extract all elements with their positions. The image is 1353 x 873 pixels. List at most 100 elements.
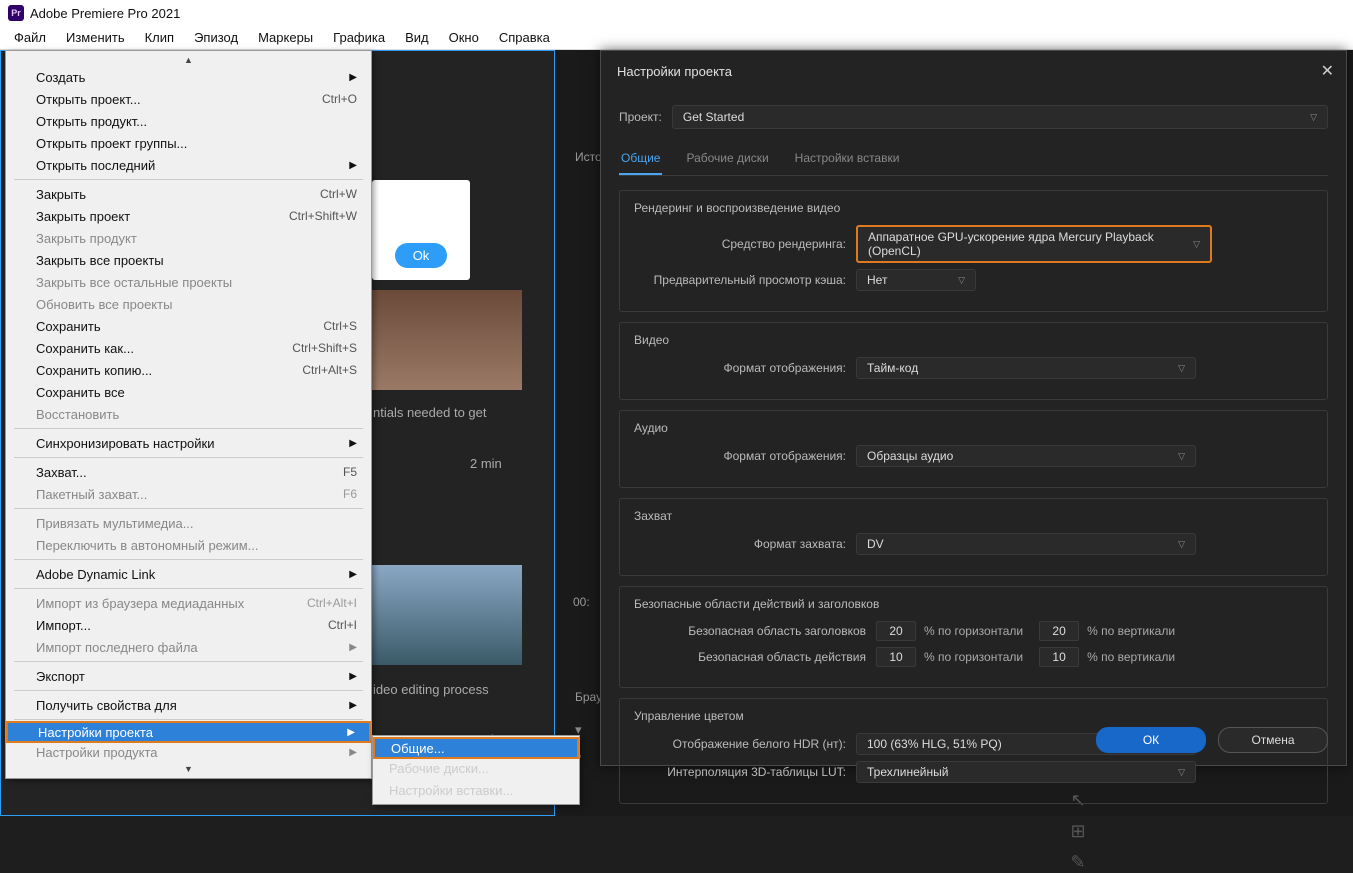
dialog-cancel-button[interactable]: Отмена <box>1218 727 1328 753</box>
group-render: Рендеринг и воспроизведение видео Средст… <box>619 190 1328 312</box>
tutorial-1-text: ntials needed to get <box>373 405 486 420</box>
file-menu-item: Привязать мультимедиа... <box>6 512 371 534</box>
menu-help[interactable]: Справка <box>489 27 560 48</box>
timecode-text: 00: <box>573 595 590 609</box>
browser-panel-label: Брау <box>575 690 602 704</box>
file-menu-item: Пакетный захват...F6 <box>6 483 371 505</box>
menu-bar[interactable]: Файл Изменить Клип Эпизод Маркеры График… <box>0 26 1353 50</box>
group-capture-title: Захват <box>634 509 1313 523</box>
safe-title-h-input[interactable] <box>876 621 916 641</box>
project-settings-dialog: Настройки проекта ✕ Проект: Get Started … <box>600 50 1347 766</box>
settings-tabs: Общие Рабочие диски Настройки вставки <box>619 145 1328 176</box>
menu-file[interactable]: Файл <box>4 27 56 48</box>
ok-button[interactable]: Ok <box>395 243 448 268</box>
dialog-title: Настройки проекта <box>617 64 732 79</box>
safe-action-h-input[interactable] <box>876 647 916 667</box>
menu-scroll-down-icon[interactable]: ▼ <box>6 763 371 775</box>
pct-h-label-2: % по горизонтали <box>924 650 1023 664</box>
capture-format-label: Формат захвата: <box>634 537 856 551</box>
menu-window[interactable]: Окно <box>439 27 489 48</box>
tutorial-thumb-2[interactable] <box>372 565 522 665</box>
app-title: Adobe Premiere Pro 2021 <box>30 6 180 21</box>
pct-v-label: % по вертикали <box>1087 624 1175 638</box>
file-menu-item[interactable]: СохранитьCtrl+S <box>6 315 371 337</box>
tutorial-thumb-1[interactable] <box>372 290 522 390</box>
file-menu-item[interactable]: Захват...F5 <box>6 461 371 483</box>
tab-ingest[interactable]: Настройки вставки <box>793 145 902 175</box>
cache-value: Нет <box>867 273 887 287</box>
file-menu-item[interactable]: Экспорт▶ <box>6 665 371 687</box>
file-menu-item[interactable]: Закрыть все проекты <box>6 249 371 271</box>
file-menu-item[interactable]: Открыть проект...Ctrl+O <box>6 88 371 110</box>
safe-action-label: Безопасная область действия <box>634 650 876 664</box>
learn-card: Ok <box>372 180 470 280</box>
safe-action-v-input[interactable] <box>1039 647 1079 667</box>
file-menu-item: Закрыть все остальные проекты <box>6 271 371 293</box>
file-menu-item[interactable]: Открыть последний▶ <box>6 154 371 176</box>
menu-graphics[interactable]: Графика <box>323 27 395 48</box>
file-menu-item[interactable]: Получить свойства для▶ <box>6 694 371 716</box>
chevron-down-icon: ▽ <box>958 275 965 286</box>
renderer-dropdown[interactable]: Аппаратное GPU-ускорение ядра Mercury Pl… <box>856 225 1212 263</box>
lut-dropdown[interactable]: Трехлинейный ▽ <box>856 761 1196 783</box>
project-value: Get Started <box>683 110 744 124</box>
chevron-down-icon: ▽ <box>1310 112 1317 123</box>
file-menu-item: Импорт из браузера медиаданныхCtrl+Alt+I <box>6 592 371 614</box>
group-render-title: Рендеринг и воспроизведение видео <box>634 201 1313 215</box>
zoom-icon[interactable]: ✎ <box>1070 852 1085 873</box>
group-video: Видео Формат отображения: Тайм-код ▽ <box>619 322 1328 400</box>
lut-value: Трехлинейный <box>867 765 948 779</box>
hdr-label: Отображение белого HDR (нт): <box>634 737 856 751</box>
hdr-value: 100 (63% HLG, 51% PQ) <box>867 737 1002 751</box>
dialog-ok-button[interactable]: ОК <box>1096 727 1206 753</box>
group-capture: Захват Формат захвата: DV ▽ <box>619 498 1328 576</box>
submenu-item[interactable]: Общие... <box>373 737 579 759</box>
group-audio-title: Аудио <box>634 421 1313 435</box>
safe-title-v-input[interactable] <box>1039 621 1079 641</box>
menu-clip[interactable]: Клип <box>135 27 184 48</box>
file-menu-item[interactable]: Сохранить копию...Ctrl+Alt+S <box>6 359 371 381</box>
submenu-item[interactable]: Рабочие диски... <box>373 757 579 779</box>
audio-format-dropdown[interactable]: Образцы аудио ▽ <box>856 445 1196 467</box>
menu-sequence[interactable]: Эпизод <box>184 27 248 48</box>
video-format-dropdown[interactable]: Тайм-код ▽ <box>856 357 1196 379</box>
submenu-item[interactable]: Настройки вставки... <box>373 779 579 801</box>
file-menu-item[interactable]: Создать▶ <box>6 66 371 88</box>
menu-view[interactable]: Вид <box>395 27 439 48</box>
file-menu-item[interactable]: Синхронизировать настройки▶ <box>6 432 371 454</box>
project-settings-submenu[interactable]: Общие...Рабочие диски...Настройки вставк… <box>372 735 580 805</box>
tutorial-2-text: ideo editing process <box>373 682 489 697</box>
cache-label: Предварительный просмотр кэша: <box>634 273 856 287</box>
file-menu-item: Настройки продукта▶ <box>6 741 371 763</box>
pct-v-label-2: % по вертикали <box>1087 650 1175 664</box>
video-format-label: Формат отображения: <box>634 361 856 375</box>
file-menu-item: Импорт последнего файла▶ <box>6 636 371 658</box>
group-audio: Аудио Формат отображения: Образцы аудио … <box>619 410 1328 488</box>
file-menu-item[interactable]: Закрыть проектCtrl+Shift+W <box>6 205 371 227</box>
video-format-value: Тайм-код <box>867 361 918 375</box>
tab-general[interactable]: Общие <box>619 145 662 175</box>
close-icon[interactable]: ✕ <box>1321 61 1334 81</box>
file-menu-item[interactable]: Сохранить все <box>6 381 371 403</box>
file-menu-item[interactable]: Настройки проекта▶ <box>6 721 371 743</box>
menu-scroll-up-icon[interactable]: ▲ <box>6 54 371 66</box>
file-menu-item[interactable]: ЗакрытьCtrl+W <box>6 183 371 205</box>
tab-scratch-disks[interactable]: Рабочие диски <box>684 145 770 175</box>
menu-edit[interactable]: Изменить <box>56 27 135 48</box>
capture-format-dropdown[interactable]: DV ▽ <box>856 533 1196 555</box>
file-menu-dropdown[interactable]: ▲ Создать▶Открыть проект...Ctrl+OОткрыть… <box>5 50 372 779</box>
file-menu-item[interactable]: Adobe Dynamic Link▶ <box>6 563 371 585</box>
file-menu-item[interactable]: Открыть продукт... <box>6 110 371 132</box>
app-icon: Pr <box>8 5 24 21</box>
file-menu-item[interactable]: Импорт...Ctrl+I <box>6 614 371 636</box>
hand-icon[interactable]: ⊞ <box>1070 821 1085 842</box>
group-safe-areas: Безопасные области действий и заголовков… <box>619 586 1328 688</box>
menu-markers[interactable]: Маркеры <box>248 27 323 48</box>
project-dropdown[interactable]: Get Started ▽ <box>672 105 1328 129</box>
file-menu-item[interactable]: Сохранить как...Ctrl+Shift+S <box>6 337 371 359</box>
chevron-down-icon: ▽ <box>1178 539 1185 550</box>
title-bar: Pr Adobe Premiere Pro 2021 <box>0 0 1353 26</box>
file-menu-item[interactable]: Открыть проект группы... <box>6 132 371 154</box>
cache-dropdown[interactable]: Нет ▽ <box>856 269 976 291</box>
audio-format-value: Образцы аудио <box>867 449 953 463</box>
